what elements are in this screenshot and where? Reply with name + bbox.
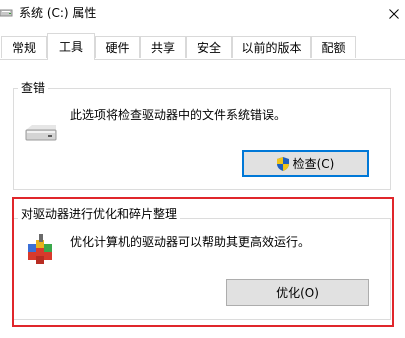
highlight-box — [12, 197, 394, 327]
drive-title-icon — [0, 6, 14, 20]
window-title: 系统 (C:) 属性 — [19, 6, 97, 20]
error-check-description: 此选项将检查驱动器中的文件系统错误。 — [70, 108, 287, 122]
uac-shield-icon — [276, 156, 289, 171]
tab-security[interactable]: 安全 — [186, 36, 232, 58]
properties-window: 系统 (C:) 属性 常规 工具 硬件 共享 安全 以前的版本 配额 查错 此选… — [0, 0, 405, 338]
close-icon — [388, 8, 399, 22]
tab-previous-versions[interactable]: 以前的版本 — [232, 36, 311, 58]
tab-hardware[interactable]: 硬件 — [95, 36, 140, 58]
tab-general[interactable]: 常规 — [1, 36, 47, 58]
title-bar[interactable]: 系统 (C:) 属性 — [0, 0, 405, 30]
check-button-label: 检查(C) — [292, 157, 335, 171]
close-button[interactable] — [382, 0, 405, 30]
check-button[interactable]: 检查(C) — [242, 150, 369, 177]
tab-tools[interactable]: 工具 — [47, 33, 95, 60]
error-check-group-title: 查错 — [18, 80, 49, 96]
drive-icon — [24, 124, 58, 145]
tab-quota[interactable]: 配额 — [311, 36, 356, 58]
tab-sharing[interactable]: 共享 — [140, 36, 186, 58]
